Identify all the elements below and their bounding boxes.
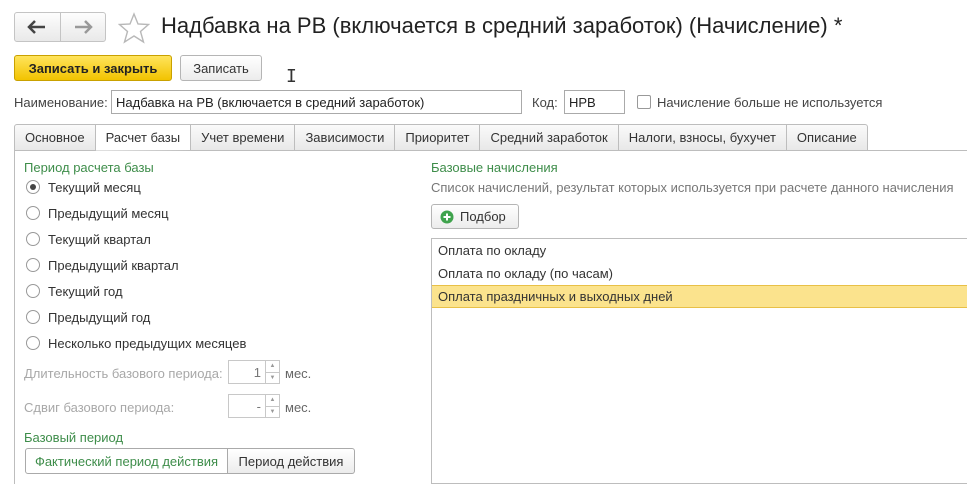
radio-button[interactable] xyxy=(26,180,40,194)
base-accruals-table: Оплата по окладу Оплата по окладу (по ча… xyxy=(431,238,967,484)
tab-priority[interactable]: Приоритет xyxy=(395,124,481,151)
radio-button[interactable] xyxy=(26,206,40,220)
radio-label: Текущий квартал xyxy=(48,231,151,247)
save-button[interactable]: Записать xyxy=(180,55,262,81)
nav-buttons xyxy=(14,12,106,42)
option-actual-period[interactable]: Фактический период действия xyxy=(25,448,228,474)
option-action-period[interactable]: Период действия xyxy=(228,448,355,474)
radio-label: Текущий месяц xyxy=(48,179,141,195)
tab-average-earnings[interactable]: Средний заработок xyxy=(480,124,619,151)
plus-circle-icon xyxy=(440,210,454,223)
radio-previous-quarter[interactable]: Предыдущий квартал xyxy=(26,257,179,273)
radio-button[interactable] xyxy=(26,310,40,324)
arrow-up-icon[interactable]: ▲ xyxy=(266,395,279,406)
base-accruals-description: Список начислений, результат которых исп… xyxy=(431,180,954,195)
tab-base-calculation[interactable]: Расчет базы xyxy=(95,124,192,151)
favorite-button[interactable] xyxy=(117,12,151,47)
radio-label: Предыдущий год xyxy=(48,309,151,325)
star-icon xyxy=(117,12,151,44)
shift-unit: мес. xyxy=(285,400,312,415)
base-period-mode-switch: Фактический период действия Период дейст… xyxy=(25,448,355,474)
arrow-left-icon xyxy=(27,20,46,34)
pick-label: Подбор xyxy=(460,209,506,224)
pick-button[interactable]: Подбор xyxy=(431,204,519,229)
radio-button[interactable] xyxy=(26,284,40,298)
text-cursor-icon: I xyxy=(286,66,297,87)
table-row-selected[interactable]: Оплата праздничных и выходных дней xyxy=(432,285,967,308)
table-row[interactable]: Оплата по окладу (по часам) xyxy=(432,262,967,285)
radio-button[interactable] xyxy=(26,232,40,246)
duration-value: 1 xyxy=(253,364,261,380)
radio-label: Предыдущий месяц xyxy=(48,205,169,221)
base-period-title: Период расчета базы xyxy=(24,160,154,175)
panel-border xyxy=(14,150,15,484)
arrow-up-icon[interactable]: ▲ xyxy=(266,361,279,372)
radio-button[interactable] xyxy=(26,336,40,350)
stepper-arrows[interactable]: ▲ ▼ xyxy=(265,361,279,383)
unused-label: Начисление больше не используется xyxy=(657,95,883,110)
radio-several-months[interactable]: Несколько предыдущих месяцев xyxy=(26,335,246,351)
radio-previous-year[interactable]: Предыдущий год xyxy=(26,309,150,325)
tab-bar: Основное Расчет базы Учет времени Зависи… xyxy=(14,124,868,151)
code-field[interactable]: НРВ xyxy=(564,90,625,114)
back-button[interactable] xyxy=(15,13,60,41)
name-field[interactable]: Надбавка на РВ (включается в средний зар… xyxy=(111,90,522,114)
arrow-down-icon[interactable]: ▼ xyxy=(266,371,279,384)
shift-stepper[interactable]: - ▲ ▼ xyxy=(228,394,280,418)
table-row[interactable]: Оплата по окладу xyxy=(432,239,967,262)
tab-dependencies[interactable]: Зависимости xyxy=(295,124,396,151)
duration-unit: мес. xyxy=(285,366,312,381)
radio-current-month[interactable]: Текущий месяц xyxy=(26,179,141,195)
radio-previous-month[interactable]: Предыдущий месяц xyxy=(26,205,169,221)
radio-current-quarter[interactable]: Текущий квартал xyxy=(26,231,151,247)
radio-label: Текущий год xyxy=(48,283,123,299)
save-and-close-button[interactable]: Записать и закрыть xyxy=(14,55,172,81)
tab-time-accounting[interactable]: Учет времени xyxy=(191,124,296,151)
name-label: Наименование: xyxy=(14,95,108,110)
duration-label: Длительность базового периода: xyxy=(24,366,223,381)
unused-checkbox[interactable] xyxy=(637,95,651,109)
tab-description[interactable]: Описание xyxy=(786,124,868,151)
shift-value: - xyxy=(256,398,261,414)
radio-current-year[interactable]: Текущий год xyxy=(26,283,123,299)
window-title: Надбавка на РВ (включается в средний зар… xyxy=(161,13,843,38)
radio-label: Предыдущий квартал xyxy=(48,257,179,273)
arrow-down-icon[interactable]: ▼ xyxy=(266,405,279,418)
base-period-mode-title: Базовый период xyxy=(24,430,124,445)
radio-button[interactable] xyxy=(26,258,40,272)
tab-taxes[interactable]: Налоги, взносы, бухучет xyxy=(618,124,787,151)
base-accruals-title: Базовые начисления xyxy=(431,160,558,175)
duration-stepper[interactable]: 1 ▲ ▼ xyxy=(228,360,280,384)
stepper-arrows[interactable]: ▲ ▼ xyxy=(265,395,279,417)
radio-label: Несколько предыдущих месяцев xyxy=(48,335,247,351)
tab-main[interactable]: Основное xyxy=(14,124,96,151)
forward-button[interactable] xyxy=(59,13,106,41)
arrow-right-icon xyxy=(74,20,93,34)
code-label: Код: xyxy=(532,95,558,110)
shift-label: Сдвиг базового периода: xyxy=(24,400,175,415)
